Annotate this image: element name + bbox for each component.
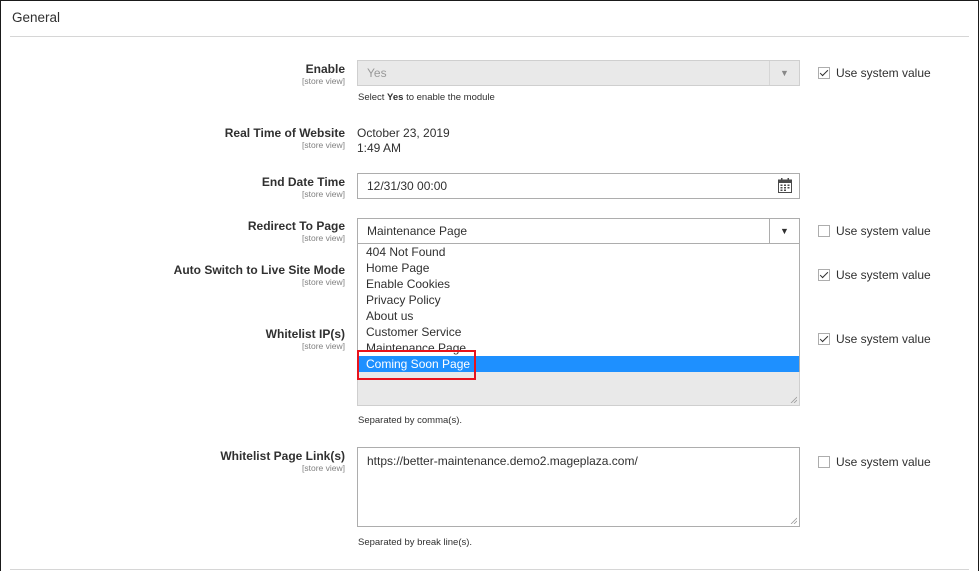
enable-use-system-value[interactable]: Use system value	[818, 66, 931, 80]
end-date-time-label: End Date Time	[261, 175, 345, 189]
enable-label: Enable	[305, 62, 345, 76]
whitelist-links-use-system-value[interactable]: Use system value	[818, 455, 931, 469]
section-title: General	[12, 10, 61, 25]
enable-use-system-checkbox[interactable]	[818, 67, 830, 79]
annotation-highlight-box	[357, 350, 476, 380]
option-customer-service[interactable]: Customer Service	[358, 324, 799, 340]
resize-grip-icon[interactable]	[790, 517, 797, 524]
real-time-date: October 23, 2019	[357, 126, 450, 140]
whitelist-links-textarea[interactable]: https://better-maintenance.demo2.magepla…	[357, 447, 800, 527]
enable-note-prefix: Select	[358, 92, 388, 103]
enable-select-value: Yes	[367, 66, 387, 80]
whitelist-links-use-system-checkbox[interactable]	[818, 456, 830, 468]
whitelist-ips-scope: [store view]	[302, 341, 345, 351]
redirect-label: Redirect To Page	[247, 219, 345, 233]
whitelist-links-note: Separated by break line(s).	[358, 537, 473, 548]
auto-switch-label: Auto Switch to Live Site Mode	[173, 263, 345, 277]
whitelist-ips-use-system-value[interactable]: Use system value	[818, 332, 931, 346]
auto-switch-use-system-value[interactable]: Use system value	[818, 268, 931, 282]
redirect-select[interactable]: Maintenance Page ▼	[357, 218, 800, 244]
resize-grip-icon[interactable]	[790, 396, 797, 403]
enable-note-bold: Yes	[387, 92, 404, 103]
option-enable-cookies[interactable]: Enable Cookies	[358, 276, 799, 292]
option-privacy-policy[interactable]: Privacy Policy	[358, 292, 799, 308]
enable-note-suffix: to enable the module	[403, 92, 495, 103]
enable-select[interactable]: Yes ▼	[357, 60, 800, 86]
redirect-use-system-value[interactable]: Use system value	[818, 224, 931, 238]
section-divider-top	[10, 36, 969, 37]
whitelist-links-scope: [store view]	[302, 463, 345, 473]
enable-use-system-label: Use system value	[836, 66, 931, 80]
end-date-time-scope: [store view]	[302, 189, 345, 199]
calendar-icon[interactable]	[778, 178, 792, 193]
real-time-time: 1:49 AM	[357, 141, 402, 155]
redirect-use-system-label: Use system value	[836, 224, 931, 238]
real-time-label: Real Time of Website	[224, 126, 345, 140]
redirect-use-system-checkbox[interactable]	[818, 225, 830, 237]
auto-switch-use-system-checkbox[interactable]	[818, 269, 830, 281]
option-about-us[interactable]: About us	[358, 308, 799, 324]
whitelist-ips-use-system-label: Use system value	[836, 332, 931, 346]
enable-note: Select Yes to enable the module	[358, 92, 495, 103]
whitelist-ips-label: Whitelist IP(s)	[265, 327, 345, 341]
end-date-time-value: 12/31/30 00:00	[367, 179, 448, 193]
whitelist-ips-use-system-checkbox[interactable]	[818, 333, 830, 345]
whitelist-links-label: Whitelist Page Link(s)	[220, 449, 345, 463]
auto-switch-scope: [store view]	[302, 277, 345, 287]
section-divider-bottom	[10, 569, 969, 570]
whitelist-links-value: https://better-maintenance.demo2.magepla…	[367, 454, 638, 468]
auto-switch-use-system-label: Use system value	[836, 268, 931, 282]
whitelist-links-use-system-label: Use system value	[836, 455, 931, 469]
end-date-time-input[interactable]: 12/31/30 00:00	[357, 173, 800, 199]
redirect-scope: [store view]	[302, 233, 345, 243]
real-time-scope: [store view]	[302, 140, 345, 150]
option-404-not-found[interactable]: 404 Not Found	[358, 244, 799, 260]
whitelist-ips-note: Separated by comma(s).	[358, 415, 463, 426]
redirect-select-value: Maintenance Page	[367, 224, 468, 238]
enable-scope: [store view]	[302, 76, 345, 86]
chevron-down-icon: ▼	[769, 61, 799, 85]
chevron-down-icon: ▼	[769, 219, 799, 243]
option-home-page[interactable]: Home Page	[358, 260, 799, 276]
